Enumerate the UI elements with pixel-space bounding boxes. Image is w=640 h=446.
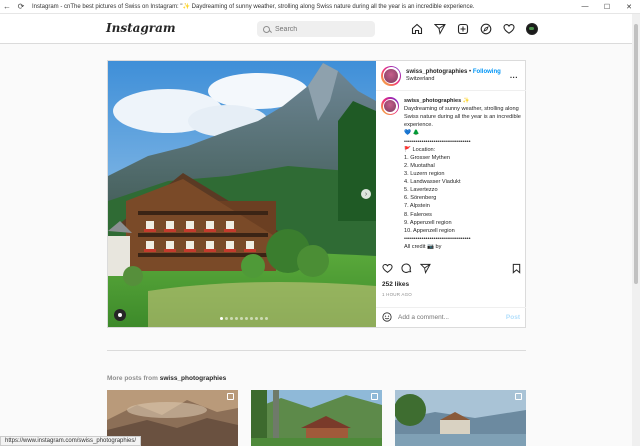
nav-icons — [410, 22, 538, 35]
search-box[interactable] — [257, 21, 375, 37]
like-heart-icon[interactable] — [382, 261, 393, 279]
explore-icon[interactable] — [479, 22, 492, 35]
search-icon — [263, 25, 270, 33]
status-bar-url: https://www.instagram.com/swiss_photogra… — [0, 436, 142, 446]
caption-body: Daydreaming of sunny weather, strolling … — [404, 106, 521, 129]
next-image-button[interactable]: › — [361, 189, 371, 199]
comment-input[interactable] — [398, 314, 498, 321]
likes-count[interactable]: 252 likes — [382, 281, 409, 288]
carousel-dot — [220, 317, 223, 320]
comment-icon[interactable] — [401, 261, 412, 279]
location-list-item: 10. Appenzell region — [404, 227, 455, 234]
location-list-item: 9. Appenzell region — [404, 219, 452, 226]
author-avatar[interactable] — [381, 65, 401, 86]
carousel-dot — [265, 317, 268, 320]
carousel-dot — [225, 317, 228, 320]
carousel-dot — [245, 317, 248, 320]
caption-avatar[interactable] — [381, 97, 399, 115]
location-list-item: 8. Faleroes — [404, 211, 432, 218]
location-list-item: 5. Lavertezzo — [404, 187, 438, 194]
more-options-icon[interactable]: ... — [510, 71, 518, 80]
post-card: › swiss_photographies • Following Switze… — [107, 60, 526, 328]
post-photo[interactable]: › — [108, 61, 376, 327]
village-lake-image — [251, 390, 382, 446]
instagram-logo[interactable]: Instagram — [106, 21, 176, 35]
credit-line: All credit 📷 by — [404, 243, 442, 250]
chalet-mountain-image — [108, 61, 376, 327]
section-divider — [107, 350, 526, 351]
carousel-dot — [235, 317, 238, 320]
caption-rule: •••••••••••••••••••••••••••••••••• — [404, 235, 471, 242]
share-icon[interactable] — [419, 261, 431, 279]
more-post-thumbnail[interactable] — [251, 390, 382, 446]
close-icon[interactable]: ✕ — [618, 3, 640, 11]
new-post-icon[interactable] — [456, 22, 469, 35]
profile-avatar[interactable] — [525, 22, 538, 35]
multiple-images-icon — [227, 393, 234, 400]
search-input[interactable] — [275, 25, 365, 33]
back-icon[interactable]: ← — [0, 0, 14, 14]
more-posts-prefix: More posts from — [107, 375, 158, 382]
post-location[interactable]: Switzerland — [406, 76, 501, 83]
location-list-item: 1. Grosser Mythen — [404, 154, 451, 161]
window-controls: — ☐ ✕ — [574, 3, 640, 11]
location-list-item: 4. Landwasser Viadukt — [404, 179, 461, 186]
page-scrollbar[interactable] — [632, 14, 640, 446]
caption-username[interactable]: swiss_photographies — [404, 98, 461, 104]
more-post-thumbnail[interactable] — [395, 390, 526, 446]
heart-icon[interactable] — [502, 22, 515, 35]
carousel-dot — [240, 317, 243, 320]
post-comment-button[interactable]: Post — [506, 314, 520, 321]
author-info: swiss_photographies • Following Switzerl… — [406, 68, 501, 84]
location-list-item: 7. Alpstein — [404, 203, 430, 210]
multiple-images-icon — [371, 393, 378, 400]
following-button[interactable]: Following — [473, 69, 501, 75]
home-icon[interactable] — [410, 22, 423, 35]
separator-dot: • — [469, 68, 472, 75]
tagged-user-button[interactable] — [114, 309, 126, 321]
carousel-dot — [230, 317, 233, 320]
sparkle-emoji: ✨ — [462, 98, 470, 104]
location-list-item: 2. Muotathal — [404, 162, 435, 169]
more-posts-grid — [107, 390, 526, 446]
carousel-dot — [250, 317, 253, 320]
caption-text: swiss_photographies ✨ Daydreaming of sun… — [404, 97, 521, 253]
location-header: 🚩 Location: — [404, 146, 436, 153]
location-list-item: 3. Luzern region — [404, 170, 445, 177]
carousel-dot — [255, 317, 258, 320]
refresh-icon[interactable]: ⟳ — [14, 0, 28, 14]
more-posts-username[interactable]: swiss_photographies — [160, 375, 226, 382]
multiple-images-icon — [515, 393, 522, 400]
scrollbar-thumb[interactable] — [634, 24, 638, 284]
comment-bar: Post — [376, 307, 526, 327]
post-timestamp: 1 HOUR AGO — [382, 292, 413, 297]
caption-emojis: 💙 🌲 — [404, 130, 420, 137]
maximize-icon[interactable]: ☐ — [596, 3, 618, 11]
minimize-icon[interactable]: — — [574, 3, 596, 11]
more-posts-heading: More posts from swiss_photographies — [107, 375, 226, 382]
post-sidebar: swiss_photographies • Following Switzerl… — [376, 61, 526, 327]
browser-titlebar: ← ⟳ Instagram - cnThe best pictures of S… — [0, 0, 640, 14]
post-actions — [382, 263, 522, 277]
window-title: Instagram - cnThe best pictures of Swiss… — [32, 4, 475, 10]
post-caption: swiss_photographies ✨ Daydreaming of sun… — [381, 97, 521, 253]
post-header: swiss_photographies • Following Switzerl… — [376, 61, 526, 91]
caption-rule: •••••••••••••••••••••••••••••••••• — [404, 138, 471, 145]
emoji-icon[interactable] — [382, 309, 392, 327]
bookmark-icon[interactable] — [511, 261, 522, 279]
avatar — [525, 22, 538, 35]
location-list-item: 6. Sörenberg — [404, 195, 437, 202]
carousel-dots — [220, 317, 268, 320]
castle-lake-image — [395, 390, 526, 446]
send-icon[interactable] — [433, 22, 446, 35]
carousel-dot — [260, 317, 263, 320]
top-nav: Instagram — [0, 14, 632, 44]
author-username[interactable]: swiss_photographies — [406, 69, 467, 75]
